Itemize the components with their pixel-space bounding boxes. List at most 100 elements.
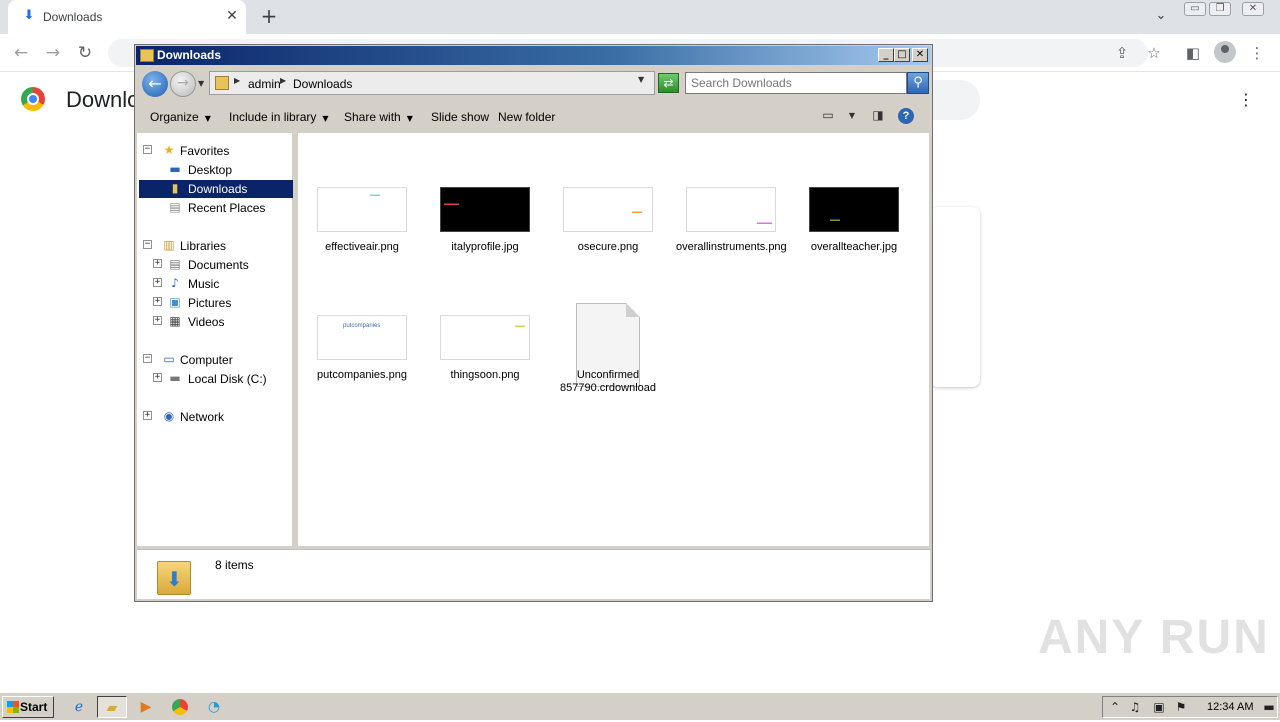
explorer-icon[interactable]: ▰: [97, 696, 127, 718]
tab-downloads[interactable]: ⬇ Downloads ✕: [8, 0, 246, 34]
navigation-pane: − ★ Favorites ▬ Desktop ▮ Downloads ▤ Re…: [137, 133, 295, 546]
collapse-icon[interactable]: −: [143, 240, 152, 249]
libraries-icon: ▥: [163, 238, 175, 252]
tree-item-local-disk[interactable]: + ▬ Local Disk (C:): [153, 370, 293, 388]
show-desktop-icon[interactable]: ▬: [1261, 699, 1277, 715]
browser-restore-button[interactable]: ❐: [1209, 2, 1231, 16]
breadcrumb-separator-icon[interactable]: ▶: [280, 76, 286, 85]
minimize-button[interactable]: _: [878, 48, 894, 62]
tree-item-documents[interactable]: + ▤ Documents: [153, 256, 293, 274]
network-icon: ◉: [163, 409, 175, 423]
show-hidden-icons-icon[interactable]: ⌃: [1107, 699, 1123, 715]
preview-pane-icon[interactable]: ◨: [870, 108, 886, 124]
tree-item-recent-places[interactable]: ▤ Recent Places: [165, 199, 293, 217]
bookmark-star-icon[interactable]: ☆: [1143, 42, 1165, 64]
maximize-button[interactable]: □: [894, 48, 910, 62]
pictures-icon: ▣: [169, 295, 181, 309]
file-name: effectiveair.png: [325, 241, 399, 253]
file-name: osecure.png: [577, 241, 639, 253]
tree-item-music[interactable]: + ♪ Music: [153, 275, 293, 293]
image-thumbnail: putcompanies: [317, 315, 407, 360]
expand-icon[interactable]: +: [153, 278, 162, 287]
expand-icon[interactable]: +: [153, 259, 162, 268]
browser-minimize-button[interactable]: ▭: [1184, 2, 1206, 16]
downloads-folder-icon: ⬇: [157, 555, 191, 595]
browser-menu-icon[interactable]: ⋮: [1246, 42, 1268, 64]
tree-item-pictures[interactable]: + ▣ Pictures: [153, 294, 293, 312]
tree-libraries[interactable]: − ▥ Libraries: [143, 237, 293, 255]
chrome-icon[interactable]: [165, 696, 195, 718]
page-menu-icon[interactable]: ⋮: [1236, 90, 1256, 110]
tab-close-icon[interactable]: ✕: [224, 8, 240, 24]
tree-item-downloads[interactable]: ▮ Downloads: [139, 180, 293, 198]
share-icon[interactable]: ⇪: [1111, 42, 1133, 64]
share-with-button[interactable]: Share with ▼: [344, 110, 413, 124]
tree-label: Network: [180, 410, 225, 424]
tree-network[interactable]: + ◉ Network: [143, 408, 293, 426]
reload-icon[interactable]: ↻: [74, 42, 96, 64]
tree-computer[interactable]: − ▭ Computer: [143, 351, 293, 369]
collapse-icon[interactable]: −: [143, 354, 152, 363]
tab-search-icon[interactable]: ⌄: [1151, 8, 1171, 28]
back-button[interactable]: ←: [142, 71, 168, 97]
slide-show-button[interactable]: Slide show: [431, 110, 489, 124]
explorer-window: Downloads _ □ ✕ ← → ▼ ▶ admin ▶ Download…: [134, 44, 933, 602]
forward-arrow-icon[interactable]: →: [42, 42, 64, 64]
tree-label: Desktop: [188, 163, 233, 177]
change-view-icon[interactable]: ▭: [820, 108, 836, 124]
explorer-titlebar[interactable]: Downloads _ □ ✕: [136, 46, 931, 65]
start-label: Start: [20, 700, 48, 714]
side-panel-icon[interactable]: ◧: [1182, 42, 1204, 64]
videos-icon: ▦: [169, 314, 181, 328]
expand-icon[interactable]: +: [153, 373, 162, 382]
chevron-down-icon: ▼: [204, 114, 211, 123]
internet-explorer-icon[interactable]: ℯ: [64, 696, 94, 718]
tree-label: Computer: [180, 353, 233, 367]
tree-item-videos[interactable]: + ▦ Videos: [153, 313, 293, 331]
tab-title: Downloads: [43, 10, 103, 24]
organize-button[interactable]: Organize ▼: [150, 110, 211, 124]
breadcrumb-admin[interactable]: admin: [248, 77, 281, 91]
view-dropdown-icon[interactable]: ▼: [846, 108, 858, 124]
address-field[interactable]: ▶ admin ▶ Downloads: [209, 71, 655, 95]
edge-icon[interactable]: ◔: [199, 696, 229, 718]
tree-label: Favorites: [180, 144, 230, 158]
tree-label: Local Disk (C:): [188, 372, 267, 386]
network-tray-icon[interactable]: ▣: [1151, 699, 1167, 715]
action-center-flag-icon[interactable]: ⚑: [1173, 699, 1189, 715]
expand-icon[interactable]: +: [153, 297, 162, 306]
details-pane: ⬇ 8 items: [137, 549, 930, 599]
item-count: 8 items: [215, 558, 254, 572]
tree-label: Libraries: [180, 239, 227, 253]
new-tab-button[interactable]: +: [258, 6, 280, 28]
start-button[interactable]: Start: [2, 696, 54, 718]
computer-icon: ▭: [163, 352, 175, 366]
profile-avatar-icon[interactable]: [1214, 41, 1236, 63]
breadcrumb-downloads[interactable]: Downloads: [293, 77, 352, 91]
browser-close-button[interactable]: ✕: [1242, 2, 1264, 16]
forward-button[interactable]: →: [170, 71, 196, 97]
refresh-button[interactable]: ⇄: [658, 73, 679, 93]
collapse-icon[interactable]: −: [143, 145, 152, 154]
new-folder-button[interactable]: New folder: [498, 110, 555, 124]
search-icon[interactable]: ⚲: [907, 72, 929, 94]
breadcrumb-separator-icon[interactable]: ▶: [234, 76, 240, 85]
expand-icon[interactable]: +: [153, 316, 162, 325]
include-in-library-button[interactable]: Include in library ▼: [229, 110, 329, 124]
media-player-icon[interactable]: ▶: [131, 696, 161, 718]
tree-item-desktop[interactable]: ▬ Desktop: [165, 161, 293, 179]
back-arrow-icon[interactable]: ←: [10, 42, 32, 64]
expand-icon[interactable]: +: [143, 411, 152, 420]
clock[interactable]: 12:34 AM: [1207, 701, 1253, 713]
help-icon[interactable]: ?: [898, 108, 914, 124]
tree-favorites[interactable]: − ★ Favorites: [143, 142, 293, 160]
address-dropdown-icon[interactable]: ▼: [638, 75, 644, 84]
close-button[interactable]: ✕: [912, 48, 928, 62]
system-tray: ⌃ ♫ ▣ ⚑ 12:34 AM ▬: [1102, 696, 1278, 718]
image-thumbnail: ▬▬: [440, 315, 530, 360]
volume-icon[interactable]: ♫: [1127, 699, 1143, 715]
tree-label: Documents: [188, 258, 249, 272]
search-input[interactable]: [691, 75, 901, 91]
recent-pages-dropdown-icon[interactable]: ▼: [198, 79, 204, 88]
search-field[interactable]: [685, 72, 907, 94]
